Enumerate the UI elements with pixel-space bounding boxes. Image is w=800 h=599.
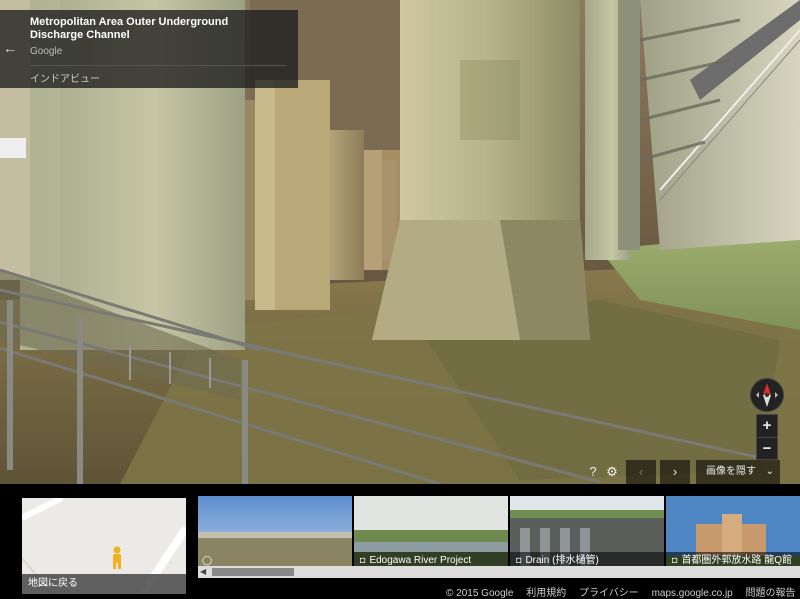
gear-icon[interactable]: ⚙ [604,460,620,484]
place-type: インドアビュー [30,74,100,85]
photo-thumbnail[interactable]: ◘ Drain (排水樋管) [510,496,664,568]
camera-icon: ◘ [672,555,678,565]
zoom-control: + − [756,414,778,460]
compass-icon[interactable] [750,378,784,412]
filmstrip-controls: ? ⚙ ‹ › 画像を隠す ⌄ [584,460,780,484]
filmstrip-scrollbar[interactable]: ◀ [198,566,800,578]
previous-button[interactable]: ‹ [626,460,656,484]
back-to-map-link[interactable]: 地図に戻る [22,574,186,594]
place-info-card: ← Metropolitan Area Outer Underground Di… [0,10,298,88]
copyright-text: © 2015 Google [446,588,514,599]
zoom-in-button[interactable]: + [757,415,777,437]
hide-images-button[interactable]: 画像を隠す ⌄ [696,460,780,484]
photo-thumbnail[interactable]: ◘ 首都圏外郭放水路 龍Q館 [666,496,800,568]
camera-icon: ◘ [516,555,522,565]
back-arrow-icon[interactable]: ← [3,40,17,56]
next-button[interactable]: › [660,460,690,484]
footer: © 2015 Google 利用規約 プライバシー maps.google.co… [446,584,800,599]
place-title[interactable]: Metropolitan Area Outer Underground Disc… [30,16,280,42]
hide-images-label: 画像を隠す [706,466,756,477]
report-problem-link[interactable]: 問題の報告 [746,588,796,599]
privacy-link[interactable]: プライバシー [579,588,639,599]
photo-thumbnail[interactable]: ◯ [198,496,352,568]
help-icon[interactable]: ? [586,460,600,484]
terms-link[interactable]: 利用規約 [526,588,566,599]
photo-filmstrip: 地図に戻る ◯ ◘ Edogawa River Project ◘ Drain … [0,484,800,599]
scrollbar-thumb[interactable] [212,568,294,576]
thumbnail-caption-text: 首都圏外郭放水路 龍Q館 [681,555,792,566]
site-link[interactable]: maps.google.co.jp [652,588,733,599]
pegman-icon[interactable] [110,546,124,570]
thumbnail-caption-text: Drain (排水樋管) [525,555,599,566]
camera-icon: ◘ [360,555,366,565]
scroll-left-arrow-icon[interactable]: ◀ [200,566,206,578]
photo-thumbnail[interactable]: ◘ Edogawa River Project [354,496,508,568]
place-owner: Google [30,46,63,57]
chevron-down-icon: ⌄ [765,466,774,477]
thumbnail-caption-text: Edogawa River Project [369,555,472,566]
minimap[interactable]: 地図に戻る [22,498,186,594]
info-divider [30,65,286,66]
zoom-out-button[interactable]: − [757,438,777,460]
